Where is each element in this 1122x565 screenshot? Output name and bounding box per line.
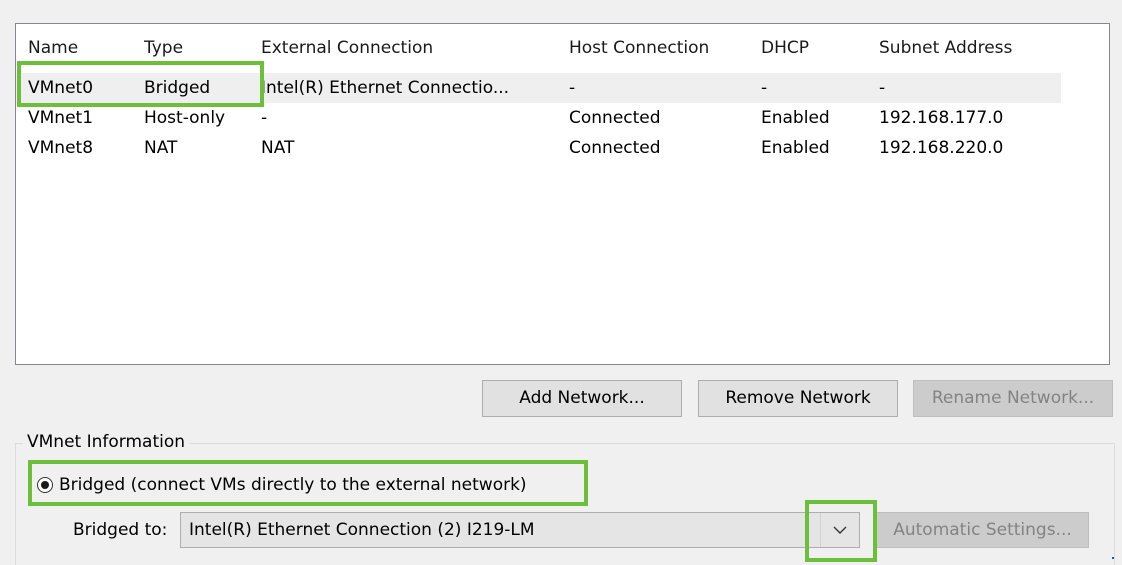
add-network-button[interactable]: Add Network... [482,380,682,417]
cell-name: VMnet1 [28,108,94,128]
chevron-down-icon[interactable] [820,513,859,547]
list-header: Name Type External Connection Host Conne… [16,33,1061,63]
cell-dhcp: - [761,78,768,98]
virtual-network-editor: Name Type External Connection Host Conne… [0,0,1122,565]
bridged-radio-option[interactable]: Bridged (connect VMs directly to the ext… [37,470,527,500]
cell-dhcp: Enabled [761,138,830,158]
cell-host-connection: Connected [569,138,661,158]
cell-subnet-address: 192.168.177.0 [879,108,1004,128]
bridged-to-value: Intel(R) Ethernet Connection (2) I219-LM [189,520,535,540]
cell-host-connection: Connected [569,108,661,128]
cell-name: VMnet8 [28,138,94,158]
cell-subnet-address: - [879,78,886,98]
cell-type: NAT [144,138,178,158]
table-row[interactable]: VMnet0 Bridged Intel(R) Ethernet Connect… [16,73,1061,103]
table-row[interactable]: VMnet1 Host-only - Connected Enabled 192… [16,103,1061,133]
column-header-external-connection[interactable]: External Connection [261,33,561,63]
column-header-host-connection[interactable]: Host Connection [569,33,749,63]
cell-host-connection: - [569,78,576,98]
cell-external-connection: Intel(R) Ethernet Connectio... [261,78,510,98]
radio-selected-icon[interactable] [37,477,53,493]
bridged-radio-label: Bridged (connect VMs directly to the ext… [59,475,527,495]
bridged-to-label: Bridged to: [73,520,168,540]
network-list[interactable]: Name Type External Connection Host Conne… [15,23,1110,365]
column-header-subnet-address[interactable]: Subnet Address [879,33,1054,63]
table-row[interactable]: VMnet8 NAT NAT Connected Enabled 192.168… [16,133,1061,163]
cell-external-connection: NAT [261,138,295,158]
remove-network-button[interactable]: Remove Network [698,380,898,417]
cell-type: Bridged [144,78,211,98]
cell-external-connection: - [261,108,268,128]
cell-dhcp: Enabled [761,108,830,128]
cell-subnet-address: 192.168.220.0 [879,138,1004,158]
column-header-dhcp[interactable]: DHCP [761,33,871,63]
bridged-to-dropdown[interactable]: Intel(R) Ethernet Connection (2) I219-LM [180,512,860,548]
column-header-type[interactable]: Type [144,33,256,63]
automatic-settings-button[interactable]: Automatic Settings... [876,512,1089,548]
focus-dot [1112,557,1114,559]
rename-network-button[interactable]: Rename Network... [913,380,1113,417]
cell-name: VMnet0 [28,78,94,98]
vmnet-information-label: VMnet Information [23,430,190,454]
column-header-name[interactable]: Name [28,33,133,63]
cell-type: Host-only [144,108,226,128]
